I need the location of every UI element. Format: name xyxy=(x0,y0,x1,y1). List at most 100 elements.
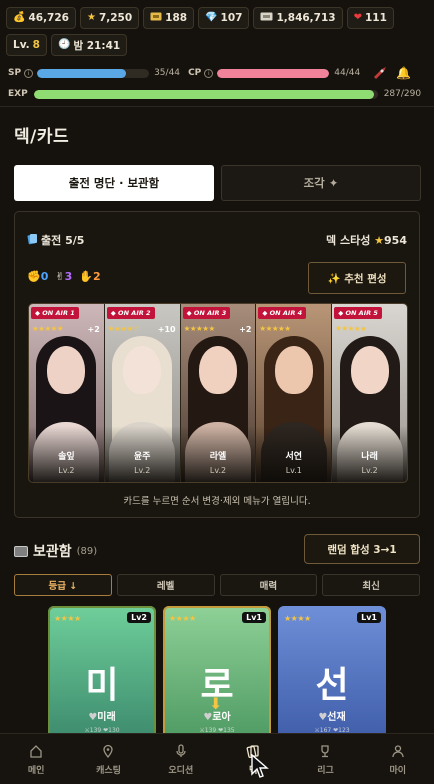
clock-icon: 🕘 xyxy=(57,39,71,50)
hearts-chip[interactable]: ❤ 111 xyxy=(346,7,394,29)
lineup-card[interactable]: ◆ ON AIR 2 ★★★★☆ +10 윤주 Lv.2 xyxy=(104,304,181,482)
page-title: 덱/카드 xyxy=(14,127,70,147)
exp-label: EXP xyxy=(8,89,28,99)
card-name: ♥미래 xyxy=(88,712,116,723)
enhance-level: +2 xyxy=(239,325,252,334)
nav-main[interactable]: 메인 xyxy=(0,734,72,784)
enhance-level: +10 xyxy=(157,325,176,334)
recommend-formation-button[interactable]: ✨ 추천 편성 xyxy=(308,262,406,294)
heart-icon: ♥ xyxy=(318,712,328,723)
trophy-icon xyxy=(317,743,333,759)
mouse-cursor-icon xyxy=(250,753,270,783)
card-stack-icon xyxy=(27,233,38,248)
info-icon[interactable]: i xyxy=(24,68,34,78)
money-bag-icon: 💰 xyxy=(13,12,26,23)
location-pin-icon xyxy=(100,743,116,759)
cp-value: 44/44 xyxy=(334,68,361,78)
sp-value: 35/44 xyxy=(154,68,181,78)
storage-card[interactable]: ★★★★ Lv1 선 ♥선재 ⚔167 ❤123 xyxy=(278,606,386,741)
nav-casting[interactable]: 캐스팅 xyxy=(72,734,144,784)
nav-league[interactable]: 리그 xyxy=(289,734,361,784)
card-name: 나래 xyxy=(361,452,378,462)
lineup-title: 출전 5/5 xyxy=(41,234,85,247)
stars-chip[interactable]: ★ 7,250 xyxy=(79,7,140,29)
rarity-stars: ★★★★★ xyxy=(335,324,367,333)
random-merge-button[interactable]: 랜덤 합성 3→1 xyxy=(304,534,420,564)
paper-count: ✋2 xyxy=(79,270,101,283)
rarity-stars: ★★★★ xyxy=(284,614,311,623)
storage-box-icon xyxy=(14,545,28,557)
card-name: ♥로아 xyxy=(203,712,231,723)
rock-count: ✊0 xyxy=(27,270,49,283)
storage-card[interactable]: ★★★★ Lv2 미 ♥미래 ⚔139 ❤130 xyxy=(48,606,156,741)
exp-value: 287/290 xyxy=(383,89,422,99)
ticket-icon xyxy=(150,12,162,24)
tab-pieces[interactable]: 조각 ✦ xyxy=(221,165,421,201)
exp-bar xyxy=(33,89,378,99)
heart-icon: ❤ xyxy=(353,12,362,23)
rocket-icon[interactable] xyxy=(372,65,388,82)
gem-chip[interactable]: 💎 107 xyxy=(198,7,250,29)
tab-lineup-storage[interactable]: 출전 명단 · 보관함 xyxy=(14,165,214,201)
storage-count: (89) xyxy=(76,545,98,557)
nav-audition[interactable]: 오디션 xyxy=(145,734,217,784)
on-air-badge: ◆ ON AIR 3 xyxy=(182,307,231,319)
card-level-badge: Lv1 xyxy=(242,612,266,623)
cp-bar xyxy=(217,68,330,78)
gold-chip[interactable]: 💰 46,726 xyxy=(6,7,76,29)
nav-my[interactable]: 마이 xyxy=(362,734,434,784)
card-initial: 선 xyxy=(315,665,349,706)
home-icon xyxy=(28,743,44,759)
enhance-level: +2 xyxy=(87,325,100,334)
open-hand-icon: ✋ xyxy=(79,270,93,283)
victory-hand-icon: ✌ xyxy=(55,270,65,283)
sort-options: 등급 ↓ 레벨 매력 최신 xyxy=(14,574,420,596)
rarity-stars: ★★★★★ xyxy=(259,324,291,333)
clock-chip: 🕘 밤 21:41 xyxy=(50,34,128,56)
sort-level[interactable]: 레벨 xyxy=(116,574,215,596)
card-level: Lv.1 xyxy=(285,466,302,475)
person-icon xyxy=(390,743,406,759)
on-air-badge: ◆ ON AIR 1 xyxy=(31,307,79,319)
ticket-chip[interactable]: 188 xyxy=(143,7,195,29)
storage-card[interactable]: ★★★★ Lv1 로 ⬇ ♥로아 ⚔139 ❤135 xyxy=(163,606,271,741)
star-icon: ★ xyxy=(374,234,385,247)
sp-label: SP xyxy=(8,68,22,78)
card-initial: 미 xyxy=(85,665,119,706)
player-info-bar: Lv. 8 🕘 밤 21:41 xyxy=(6,34,128,56)
scissors-count: ✌3 xyxy=(55,270,73,283)
sp-bar xyxy=(37,68,150,78)
lineup-card[interactable]: ◆ ON AIR 4 ★★★★★ 서연 Lv.1 xyxy=(256,304,333,482)
sort-charm[interactable]: 매력 xyxy=(219,574,318,596)
heart-icon: ♥ xyxy=(203,712,213,723)
card-name: 솔잎 xyxy=(58,452,75,462)
lineup-panel: 출전 5/5 덱 스타성 ★954 ✊0 ✌3 ✋2 ✨ 추천 편성 ◆ ON … xyxy=(14,211,420,518)
cash-icon xyxy=(260,12,273,24)
sort-grade[interactable]: 등급 ↓ xyxy=(14,574,112,596)
sp-cp-row: SP i 35/44 CP i 44/44 🔔 xyxy=(8,66,426,80)
lineup-card[interactable]: ◆ ON AIR 1 ★★★★★ +2 솔잎 Lv.2 xyxy=(29,304,105,482)
lineup-card[interactable]: ◆ ON AIR 3 ★★★★★ +2 라엘 Lv.2 xyxy=(180,304,257,482)
storage-title: 보관함 (89) xyxy=(14,541,97,561)
cash-chip[interactable]: 1,846,713 xyxy=(253,7,343,29)
on-air-badge: ◆ ON AIR 5 xyxy=(334,307,382,319)
rarity-stars: ★★★★ xyxy=(169,614,196,623)
on-air-badge: ◆ ON AIR 2 xyxy=(106,307,155,319)
card-level: Lv.2 xyxy=(58,466,75,475)
card-name: 라엘 xyxy=(209,452,227,462)
gem-icon: 💎 xyxy=(205,12,218,23)
rarity-stars: ★★★★★ xyxy=(183,324,216,333)
rarity-stars: ★★★★★ xyxy=(32,324,64,333)
lineup-card[interactable]: ◆ ON AIR 5 ★★★★★ 나래 Lv.2 xyxy=(332,304,407,482)
bell-icon[interactable]: 🔔 xyxy=(396,66,411,80)
lineup-cards: ◆ ON AIR 1 ★★★★★ +2 솔잎 Lv.2 ◆ ON AIR 2 ★… xyxy=(28,303,408,483)
card-level: Lv.2 xyxy=(209,466,227,475)
star-icon: ★ xyxy=(86,12,96,23)
cp-label: CP xyxy=(188,68,202,78)
sort-latest[interactable]: 최신 xyxy=(322,574,420,596)
info-icon[interactable]: i xyxy=(204,68,214,78)
on-air-badge: ◆ ON AIR 4 xyxy=(258,307,307,319)
microphone-icon xyxy=(173,743,189,759)
card-level-badge: Lv1 xyxy=(357,612,381,623)
card-name: 서연 xyxy=(285,452,303,462)
